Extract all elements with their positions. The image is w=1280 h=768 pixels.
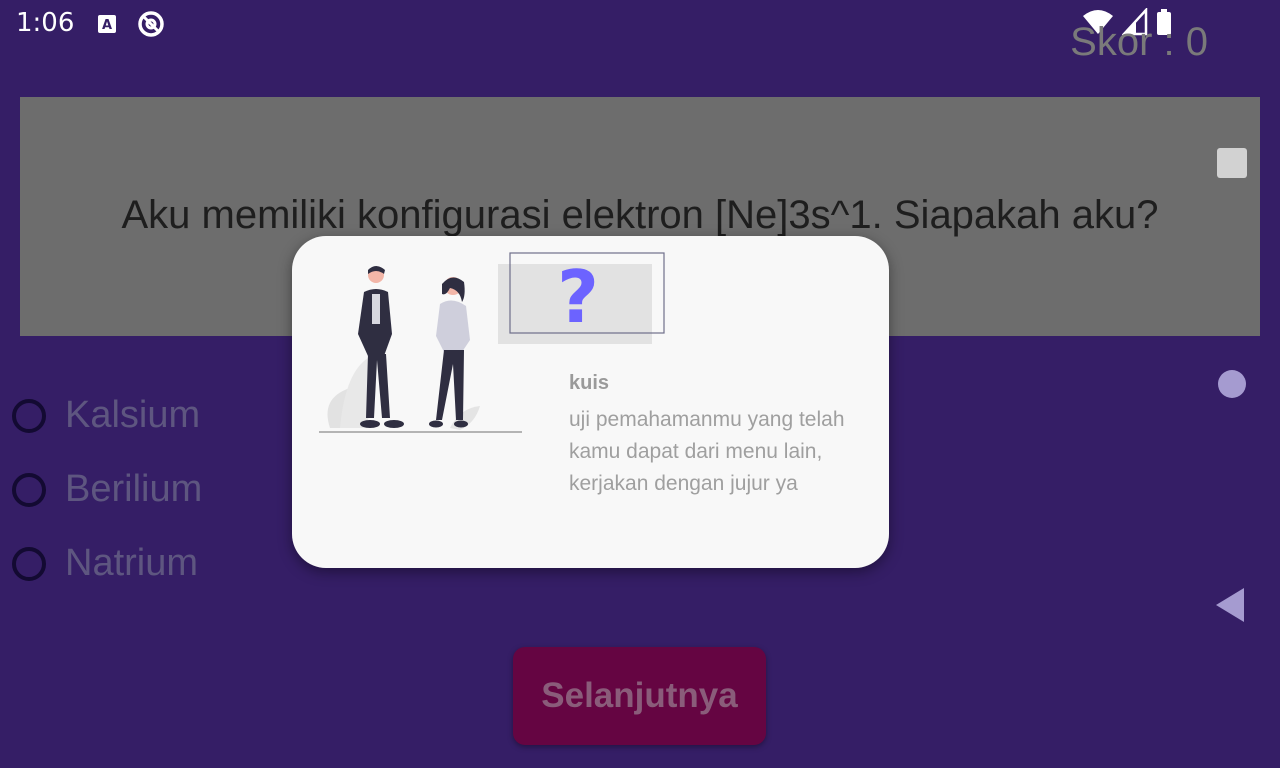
radio-button[interactable] (12, 398, 46, 433)
square-nav-button[interactable] (1217, 148, 1247, 178)
status-time: 1:06 (16, 8, 75, 38)
a-box-icon: A (94, 10, 122, 38)
question-mark-icon: ? (557, 255, 599, 339)
radio-button[interactable] (12, 472, 46, 507)
next-button[interactable]: Selanjutnya (513, 647, 766, 745)
next-button-label: Selanjutnya (541, 676, 738, 715)
radio-button[interactable] (12, 546, 46, 581)
back-nav-icon[interactable] (1216, 588, 1244, 622)
dialog-title: kuis (569, 372, 610, 394)
score-label: Skor : 0 (1070, 20, 1208, 64)
option-label: Natrium (65, 542, 199, 584)
no-entry-circle-icon (136, 10, 164, 38)
option-label: Berilium (65, 468, 203, 510)
option-berilium[interactable]: Berilium (12, 468, 202, 511)
home-nav-icon[interactable] (1218, 370, 1246, 398)
option-natrium[interactable]: Natrium (12, 542, 198, 585)
option-kalsium[interactable]: Kalsium (12, 394, 200, 437)
svg-text:A: A (102, 18, 112, 33)
dialog-body: uji pemahamanmu yang telah kamu dapat da… (569, 408, 845, 495)
question-text: Aku memiliki konfigurasi elektron [Ne]3s… (121, 193, 1159, 237)
quiz-intro-dialog: ? kuis uji pemahamanmu yang telah kamu d… (292, 236, 889, 568)
option-label: Kalsium (65, 394, 201, 436)
